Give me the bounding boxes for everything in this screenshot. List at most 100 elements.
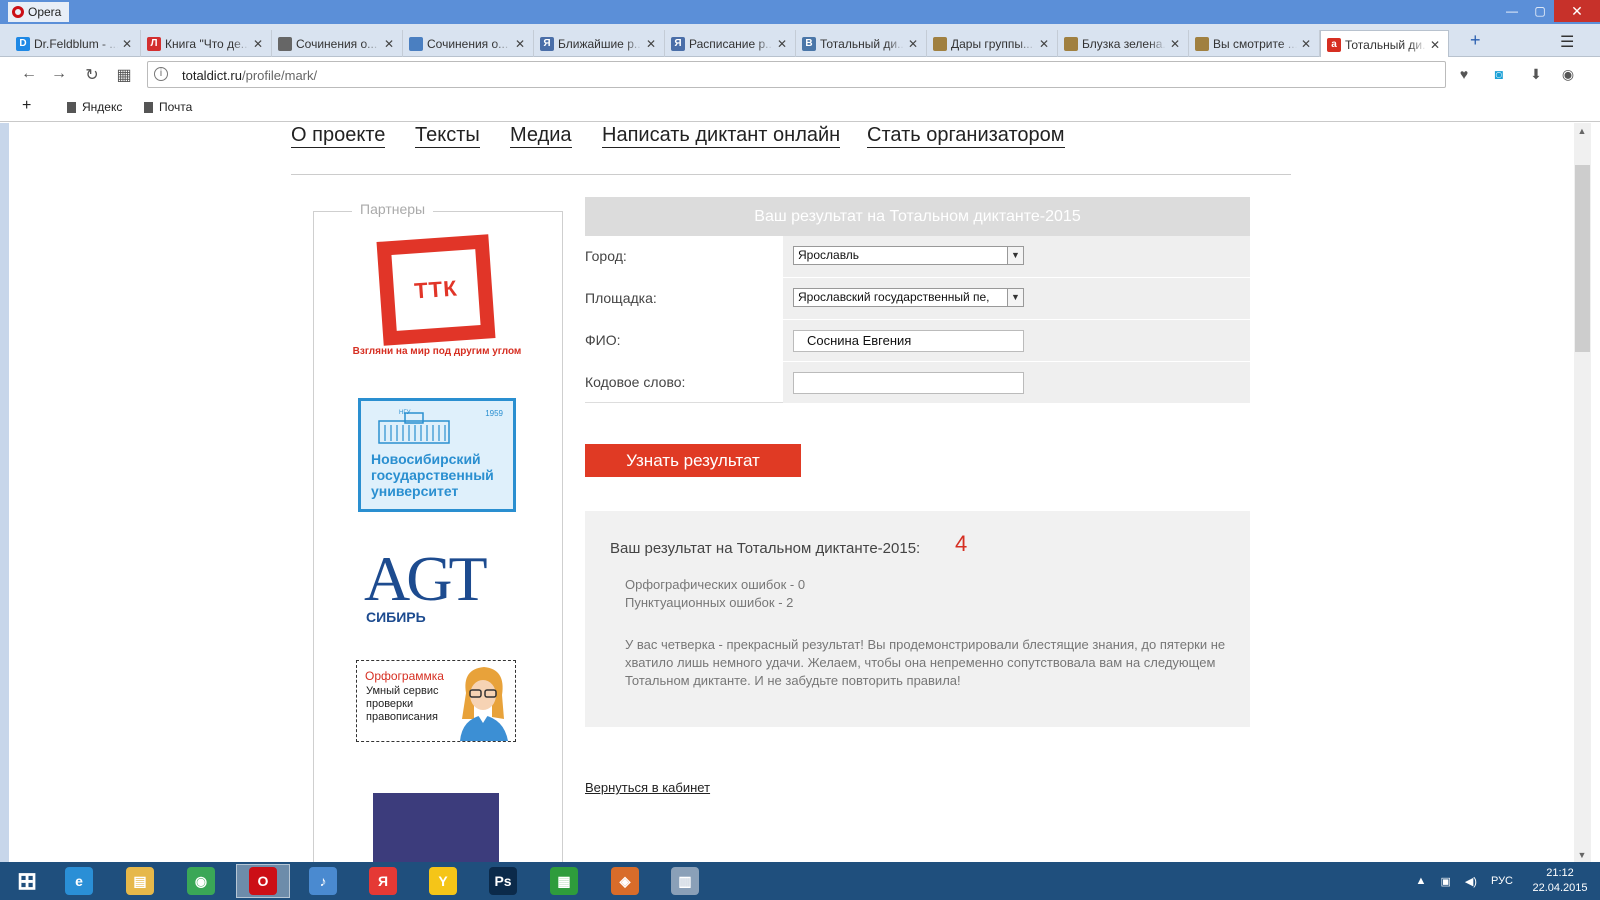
- orfo-description: Умный сервис проверки правописания: [366, 685, 439, 723]
- close-tab-icon[interactable]: ✕: [1039, 37, 1051, 51]
- bookmark-yandex[interactable]: Яндекс: [67, 100, 122, 114]
- punctuation-errors: Пунктуационных ошибок - 2: [625, 595, 794, 610]
- browser-tab[interactable]: Я Ближайшие р... ✕: [534, 30, 665, 57]
- speed-dial-icon[interactable]: ▦: [114, 65, 134, 85]
- taskbar-yandex-browser[interactable]: Y: [416, 864, 470, 898]
- tab-menu-icon[interactable]: ☰: [1560, 32, 1574, 52]
- venue-select[interactable]: Ярославский государственный пе, ▼: [793, 288, 1024, 307]
- browser-tab[interactable]: Л Книга "Что де... ✕: [141, 30, 272, 57]
- close-tab-icon[interactable]: ✕: [253, 37, 265, 51]
- close-tab-icon[interactable]: ✕: [908, 37, 920, 51]
- taskbar-windows-start[interactable]: ⊞: [0, 864, 54, 898]
- calculator-icon: ▥: [671, 867, 699, 895]
- page-icon: [67, 101, 76, 113]
- yandex-browser-icon: Y: [429, 867, 457, 895]
- taskbar-chrome[interactable]: ◉: [174, 864, 228, 898]
- close-tab-icon[interactable]: ✕: [384, 37, 396, 51]
- scroll-down-icon[interactable]: ▼: [1577, 850, 1587, 860]
- taskbar-photoshop[interactable]: Ps: [476, 864, 530, 898]
- taskbar-viewer[interactable]: ◈: [598, 864, 652, 898]
- page-icon: [144, 101, 153, 113]
- browser-tab[interactable]: Сочинения о... ✕: [272, 30, 403, 57]
- system-tray: ▲ ▣ ◀) РУС 21:12 22.04.2015: [1409, 862, 1600, 900]
- add-bookmark-icon[interactable]: +: [22, 97, 31, 115]
- nav-media[interactable]: Медиа: [510, 123, 572, 148]
- nav-texts[interactable]: Тексты: [415, 123, 480, 148]
- taskbar-yandex[interactable]: Я: [356, 864, 410, 898]
- chevron-down-icon[interactable]: ▼: [1007, 247, 1023, 264]
- close-tab-icon[interactable]: ✕: [515, 37, 527, 51]
- forward-arrow-icon[interactable]: →: [49, 65, 69, 83]
- close-tab-icon[interactable]: ✕: [777, 37, 789, 51]
- site-info-icon[interactable]: i: [154, 67, 168, 81]
- tab-label: Расписание р...: [689, 36, 773, 51]
- close-tab-icon[interactable]: ✕: [1430, 38, 1442, 52]
- scroll-up-icon[interactable]: ▲: [1577, 126, 1587, 136]
- close-window-button[interactable]: ✕: [1554, 0, 1600, 22]
- back-arrow-icon[interactable]: ←: [19, 65, 39, 83]
- maximize-button[interactable]: ▢: [1526, 0, 1554, 22]
- name-field[interactable]: Соснина Евгения: [793, 330, 1024, 352]
- code-word-field[interactable]: [793, 372, 1024, 394]
- minimize-button[interactable]: —: [1498, 0, 1526, 22]
- nav-about[interactable]: О проекте: [291, 123, 386, 148]
- close-tab-icon[interactable]: ✕: [646, 37, 658, 51]
- browser-tab[interactable]: D Dr.Feldblum - ... ✕: [10, 30, 141, 57]
- bookmark-label: Почта: [159, 100, 193, 114]
- opera-icon: O: [249, 867, 277, 895]
- browser-tab[interactable]: Дары группы... ✕: [927, 30, 1058, 57]
- account-icon[interactable]: ◉: [1559, 65, 1577, 83]
- ttk-logo[interactable]: ТТК: [376, 234, 496, 346]
- code-label: Кодовое слово:: [585, 362, 783, 403]
- close-tab-icon[interactable]: ✕: [1301, 37, 1313, 51]
- language-indicator[interactable]: РУС: [1491, 875, 1513, 887]
- bookmarks-bar: + Яндекс Почта: [0, 92, 1600, 122]
- browser-tab[interactable]: Сочинения о... ✕: [403, 30, 534, 57]
- reload-icon[interactable]: ↻: [82, 65, 102, 85]
- scrollbar-thumb[interactable]: [1575, 165, 1590, 352]
- orfo-name: Орфограммка: [365, 669, 444, 683]
- network-icon[interactable]: ▣: [1440, 875, 1450, 888]
- new-tab-button[interactable]: +: [1470, 30, 1481, 51]
- store-icon: ▦: [550, 867, 578, 895]
- form-row-venue: Площадка: Ярославский государственный пе…: [585, 278, 1250, 320]
- close-tab-icon[interactable]: ✕: [122, 37, 134, 51]
- nav-become-organizer[interactable]: Стать организатором: [867, 123, 1065, 148]
- tab-label: Дары группы...: [951, 36, 1033, 51]
- city-select[interactable]: Ярославль ▼: [793, 246, 1024, 265]
- taskbar-store[interactable]: ▦: [537, 864, 591, 898]
- download-icon[interactable]: ⬇: [1527, 65, 1545, 83]
- agt-letters: AGT: [364, 543, 488, 614]
- bookmark-mail[interactable]: Почта: [144, 100, 192, 114]
- back-to-cabinet-link[interactable]: Вернуться в кабинет: [585, 780, 710, 795]
- clock[interactable]: 21:12 22.04.2015: [1520, 866, 1600, 896]
- close-tab-icon[interactable]: ✕: [1170, 37, 1182, 51]
- tab-label: Тотальный ди...: [1345, 37, 1426, 52]
- browser-tab[interactable]: В Тотальный ди... ✕: [796, 30, 927, 57]
- browser-tab[interactable]: Вы смотрите ... ✕: [1189, 30, 1320, 57]
- taskbar-calculator[interactable]: ▥: [658, 864, 712, 898]
- chevron-down-icon[interactable]: ▼: [1007, 289, 1023, 306]
- nav-write-online[interactable]: Написать диктант онлайн: [602, 123, 841, 148]
- taskbar-internet-explorer[interactable]: e: [52, 864, 106, 898]
- ngu-abbr: НГУ: [399, 410, 411, 416]
- tray-expand-icon[interactable]: ▲: [1416, 875, 1427, 887]
- ngu-logo[interactable]: НГУ 1959 Новосибирский государственный у…: [358, 398, 516, 512]
- agt-logo[interactable]: AGT СИБИРЬ: [364, 543, 514, 631]
- volume-icon[interactable]: ◀): [1465, 875, 1477, 888]
- heart-icon[interactable]: ♥: [1455, 65, 1473, 83]
- orfogrammka-banner[interactable]: Орфограммка Умный сервис проверки правоп…: [356, 660, 516, 742]
- browser-tab[interactable]: Блузка зелена... ✕: [1058, 30, 1189, 57]
- get-result-button[interactable]: Узнать результат: [585, 444, 801, 477]
- tab-favicon-icon: [933, 36, 947, 51]
- taskbar-opera[interactable]: O: [236, 864, 290, 898]
- taskbar-media-player[interactable]: ♪: [296, 864, 350, 898]
- address-field[interactable]: i totaldict.ru/profile/mark/: [147, 61, 1446, 88]
- opera-menu-button[interactable]: Opera: [8, 2, 70, 22]
- taskbar-file-explorer[interactable]: ▤: [113, 864, 167, 898]
- extension-icon[interactable]: ◙: [1490, 65, 1508, 83]
- browser-tab[interactable]: Я Расписание р... ✕: [665, 30, 796, 57]
- clock-time: 21:12: [1546, 867, 1574, 879]
- browser-tab[interactable]: а Тотальный ди... ✕: [1320, 30, 1449, 58]
- partner-logo-partial[interactable]: [373, 793, 499, 862]
